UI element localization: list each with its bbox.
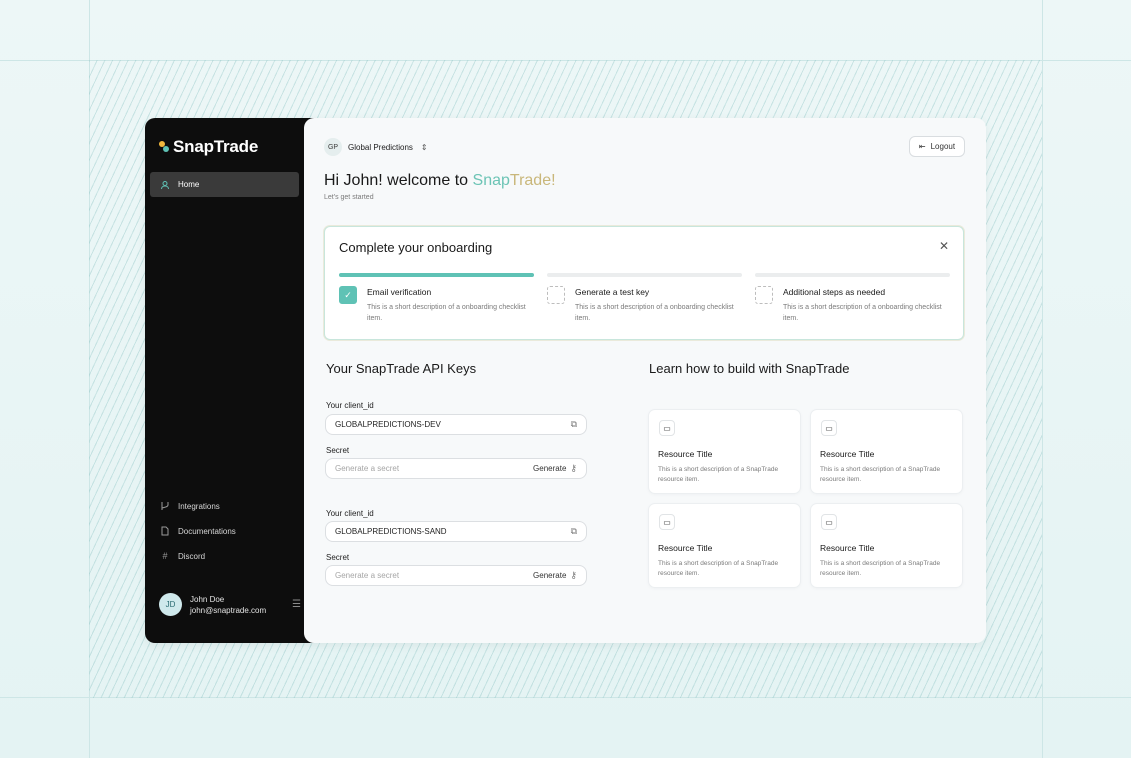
chevron-updown-icon: ⇕: [420, 142, 428, 152]
page-subtitle: Let's get started: [324, 194, 374, 201]
avatar: JD: [159, 593, 182, 616]
client-id-label: Your client_id: [326, 401, 374, 410]
step-desc: This is a short description of a onboard…: [783, 304, 942, 322]
welcome-prefix: Hi John! welcome to: [324, 172, 473, 189]
bg-guide: [1042, 0, 1043, 758]
client-id-value: GLOBALPREDICTIONS-DEV: [335, 420, 441, 429]
client-id-sand-field[interactable]: GLOBALPREDICTIONS-SAND ⧉: [325, 521, 587, 542]
learn-title: Learn how to build with SnapTrade: [649, 361, 850, 376]
copy-icon[interactable]: ⧉: [571, 526, 577, 537]
step-title: Additional steps as needed: [783, 287, 886, 297]
sidebar-item-label: Integrations: [178, 501, 220, 511]
welcome-snap: Snap: [472, 172, 510, 189]
card-title: Resource Title: [658, 543, 713, 553]
user-info: John Doe john@snaptrade.com: [190, 594, 284, 616]
copy-icon[interactable]: ⧉: [571, 419, 577, 430]
org-switcher[interactable]: GP Global Predictions ⇕: [324, 138, 428, 156]
card-desc: This is a short description of a SnapTra…: [658, 466, 779, 483]
resource-card[interactable]: ▭ Resource Title This is a short descrip…: [648, 409, 801, 494]
main-content: GP Global Predictions ⇕ ⇤ Logout Hi John…: [304, 118, 986, 643]
api-keys-title: Your SnapTrade API Keys: [326, 361, 477, 376]
onboarding-panel: Complete your onboarding ✕ ✓ Email verif…: [324, 226, 964, 340]
card-title: Resource Title: [820, 449, 875, 459]
sidebar-item-label: Documentations: [178, 526, 236, 536]
client-id-dev-field[interactable]: GLOBALPREDICTIONS-DEV ⧉: [325, 414, 587, 435]
sidebar-item-label: Discord: [178, 551, 206, 561]
secret-label: Secret: [326, 446, 350, 455]
sidebar-item-home[interactable]: Home: [150, 172, 299, 197]
branch-icon: [160, 501, 170, 511]
progress-bar: [339, 273, 534, 277]
secret-sand-field[interactable]: Generate a secret Generate ⚷: [325, 565, 587, 586]
menu-icon[interactable]: ☰: [292, 599, 301, 610]
sidebar-item-discord[interactable]: # Discord: [160, 551, 205, 561]
secret-label: Secret: [326, 553, 350, 562]
resource-card[interactable]: ▭ Resource Title This is a short descrip…: [810, 409, 963, 494]
sidebar-item-integrations[interactable]: Integrations: [160, 501, 220, 511]
book-icon: ▭: [821, 420, 837, 436]
sidebar: SnapTrade Home Integrations Documentatio…: [145, 118, 315, 643]
secret-dev-field[interactable]: Generate a secret Generate ⚷: [325, 458, 587, 479]
checkbox-checked-icon[interactable]: ✓: [339, 286, 357, 304]
step-title: Email verification: [367, 287, 432, 297]
user-profile[interactable]: JD John Doe john@snaptrade.com ☰: [159, 593, 301, 616]
card-desc: This is a short description of a SnapTra…: [820, 560, 941, 577]
sidebar-item-label: Home: [178, 180, 200, 189]
document-icon: [160, 526, 170, 536]
home-user-icon: [160, 180, 170, 190]
sidebar-item-documentations[interactable]: Documentations: [160, 526, 236, 536]
welcome-trade: Trade!: [509, 172, 556, 189]
card-desc: This is a short description of a SnapTra…: [658, 560, 779, 577]
card-title: Resource Title: [820, 543, 875, 553]
onboarding-title: Complete your onboarding: [339, 240, 493, 255]
resource-card[interactable]: ▭ Resource Title This is a short descrip…: [810, 503, 963, 588]
onboarding-step[interactable]: ✓ Email verification This is a short des…: [339, 273, 534, 322]
generate-button[interactable]: Generate: [533, 571, 566, 580]
onboarding-step[interactable]: Additional steps as needed This is a sho…: [755, 273, 950, 322]
user-name: John Doe: [190, 594, 225, 604]
client-id-label: Your client_id: [326, 509, 374, 518]
onboarding-step[interactable]: Generate a test key This is a short desc…: [547, 273, 742, 322]
step-title: Generate a test key: [575, 287, 650, 297]
brand-logo[interactable]: SnapTrade: [159, 137, 258, 157]
book-icon: ▭: [659, 420, 675, 436]
key-icon: ⚷: [570, 463, 577, 473]
step-desc: This is a short description of a onboard…: [367, 304, 526, 322]
org-avatar: GP: [324, 138, 342, 156]
progress-bar: [547, 273, 742, 277]
close-icon[interactable]: ✕: [939, 239, 949, 253]
snaptrade-logo-icon: [159, 141, 169, 153]
brand-name: SnapTrade: [173, 137, 259, 156]
resource-card[interactable]: ▭ Resource Title This is a short descrip…: [648, 503, 801, 588]
logout-icon: ⇤: [918, 142, 926, 151]
card-title: Resource Title: [658, 449, 713, 459]
secret-placeholder: Generate a secret: [335, 571, 400, 580]
step-desc: This is a short description of a onboard…: [575, 304, 734, 322]
checkbox-empty-icon[interactable]: [547, 286, 565, 304]
hash-icon: #: [162, 551, 168, 561]
app-window: SnapTrade Home Integrations Documentatio…: [145, 118, 986, 643]
logout-label: Logout: [930, 142, 956, 151]
progress-bar: [755, 273, 950, 277]
client-id-value: GLOBALPREDICTIONS-SAND: [335, 527, 447, 536]
user-email: john@snaptrade.com: [190, 605, 267, 615]
book-icon: ▭: [659, 514, 675, 530]
card-desc: This is a short description of a SnapTra…: [820, 466, 941, 483]
secret-placeholder: Generate a secret: [335, 464, 400, 473]
key-icon: ⚷: [570, 570, 577, 580]
checkbox-empty-icon[interactable]: [755, 286, 773, 304]
book-icon: ▭: [821, 514, 837, 530]
org-name: Global Predictions: [348, 142, 413, 152]
logout-button[interactable]: ⇤ Logout: [909, 136, 965, 157]
generate-button[interactable]: Generate: [533, 464, 566, 473]
page-title: Hi John! welcome to SnapTrade!: [324, 172, 556, 190]
